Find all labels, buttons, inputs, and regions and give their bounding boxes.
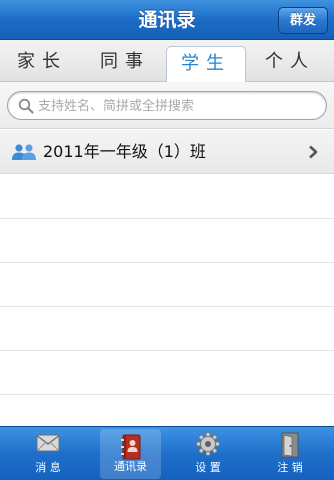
tabbar-label: 通讯录 <box>114 460 147 473</box>
search-bar <box>0 82 334 129</box>
chevron-right-icon <box>309 145 318 159</box>
tabbar-label: 消 息 <box>35 461 61 474</box>
bottom-tab-bar: 消 息 通讯录 设 置 注 销 <box>0 426 334 480</box>
contacts-book-icon <box>120 434 140 460</box>
group-icon <box>12 144 36 160</box>
search-icon <box>18 98 34 114</box>
search-input[interactable] <box>38 95 318 117</box>
tab-personal[interactable]: 个人 <box>246 40 334 81</box>
search-field[interactable] <box>7 91 327 120</box>
tabbar-item-messages[interactable]: 消 息 <box>6 427 90 480</box>
tabbar-label: 设 置 <box>195 461 221 474</box>
divider <box>0 350 334 351</box>
mail-icon <box>36 434 60 452</box>
divider <box>0 262 334 263</box>
list-item-label: 2011年一年级（1）班 <box>43 142 206 161</box>
tab-colleagues[interactable]: 同事 <box>84 40 166 81</box>
contact-group-list: 2011年一年级（1）班 <box>0 130 334 426</box>
tab-parents[interactable]: 家长 <box>0 40 84 81</box>
gear-icon <box>196 432 220 456</box>
divider <box>0 306 334 307</box>
tabbar-item-contacts[interactable]: 通讯录 <box>100 429 161 479</box>
divider <box>0 394 334 395</box>
tabbar-item-logout[interactable]: 注 销 <box>248 427 332 480</box>
tabbar-label: 注 销 <box>277 461 303 474</box>
contact-category-tabs: 家长 同事 学生 个人 <box>0 40 334 82</box>
tabbar-item-settings[interactable]: 设 置 <box>166 427 250 480</box>
navigation-bar: 通讯录 群发 <box>0 0 334 40</box>
tab-students[interactable]: 学生 <box>166 46 246 82</box>
logout-door-icon <box>281 432 299 458</box>
divider <box>0 218 334 219</box>
list-item[interactable]: 2011年一年级（1）班 <box>0 130 334 174</box>
broadcast-button[interactable]: 群发 <box>278 7 328 34</box>
